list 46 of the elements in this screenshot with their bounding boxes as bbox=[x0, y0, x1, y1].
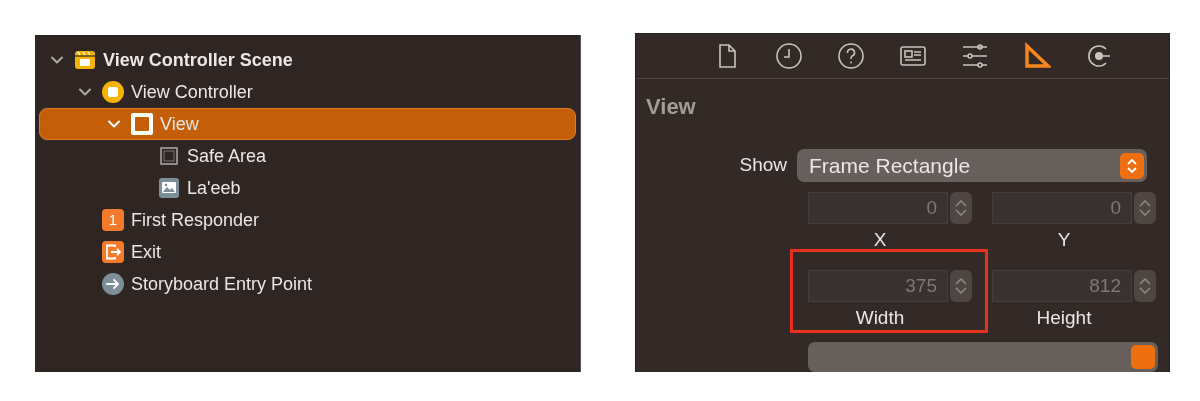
stepper[interactable] bbox=[950, 270, 972, 302]
outline-label: View Controller bbox=[131, 80, 253, 104]
outline-row[interactable]: 1 First Responder bbox=[39, 204, 576, 236]
outline-row[interactable]: Storyboard Entry Point bbox=[39, 268, 576, 300]
outline-row[interactable]: View Controller Scene bbox=[39, 44, 576, 76]
outline-label: View bbox=[160, 112, 199, 136]
outline-label: First Responder bbox=[131, 208, 260, 232]
safe-area-icon bbox=[160, 147, 178, 165]
outline-row[interactable]: La'eeb bbox=[39, 172, 576, 204]
outline-label: Storyboard Entry Point bbox=[131, 272, 313, 296]
field-label: Height bbox=[1036, 306, 1093, 330]
section-title: View bbox=[646, 93, 697, 121]
chevron-up-icon bbox=[955, 200, 967, 207]
responder-icon: 1 bbox=[102, 209, 124, 231]
outline-row[interactable]: Exit bbox=[39, 236, 576, 268]
chevron-up-icon bbox=[955, 278, 967, 285]
controller-icon bbox=[101, 80, 125, 104]
outline-row[interactable]: Safe Area bbox=[39, 140, 576, 172]
help-icon[interactable] bbox=[836, 42, 865, 70]
outline-row[interactable]: View Controller bbox=[39, 76, 576, 108]
field-label: Y bbox=[1057, 228, 1072, 252]
chevron-down-icon bbox=[1139, 287, 1151, 294]
outline-label: View Controller Scene bbox=[103, 48, 293, 72]
chevron-up-icon bbox=[1139, 278, 1151, 285]
chevron-down-icon bbox=[955, 209, 967, 216]
outline-label: La'eeb bbox=[187, 176, 241, 200]
image-icon bbox=[158, 177, 180, 199]
exit-icon bbox=[102, 241, 124, 263]
clapperboard-icon bbox=[74, 49, 96, 71]
view-icon bbox=[130, 112, 154, 136]
clock-icon[interactable] bbox=[774, 42, 803, 70]
field-label: Width bbox=[855, 306, 906, 330]
show-label: Show bbox=[738, 153, 788, 178]
stepper[interactable] bbox=[1134, 192, 1156, 224]
popup-arrows-icon bbox=[1120, 152, 1144, 179]
sliders-icon[interactable] bbox=[960, 42, 989, 70]
stepper[interactable] bbox=[1134, 270, 1156, 302]
outline-label: Safe Area bbox=[187, 144, 267, 168]
field-label: X bbox=[873, 228, 888, 252]
show-popup[interactable]: Frame Rectangle bbox=[797, 149, 1147, 182]
outline-label: Exit bbox=[131, 240, 161, 264]
chevron-down-icon bbox=[955, 287, 967, 294]
chevron-down-icon bbox=[1139, 209, 1151, 216]
ruler-icon[interactable] bbox=[1022, 42, 1051, 70]
chevron-up-icon bbox=[1139, 200, 1151, 207]
stepper[interactable] bbox=[950, 192, 972, 224]
